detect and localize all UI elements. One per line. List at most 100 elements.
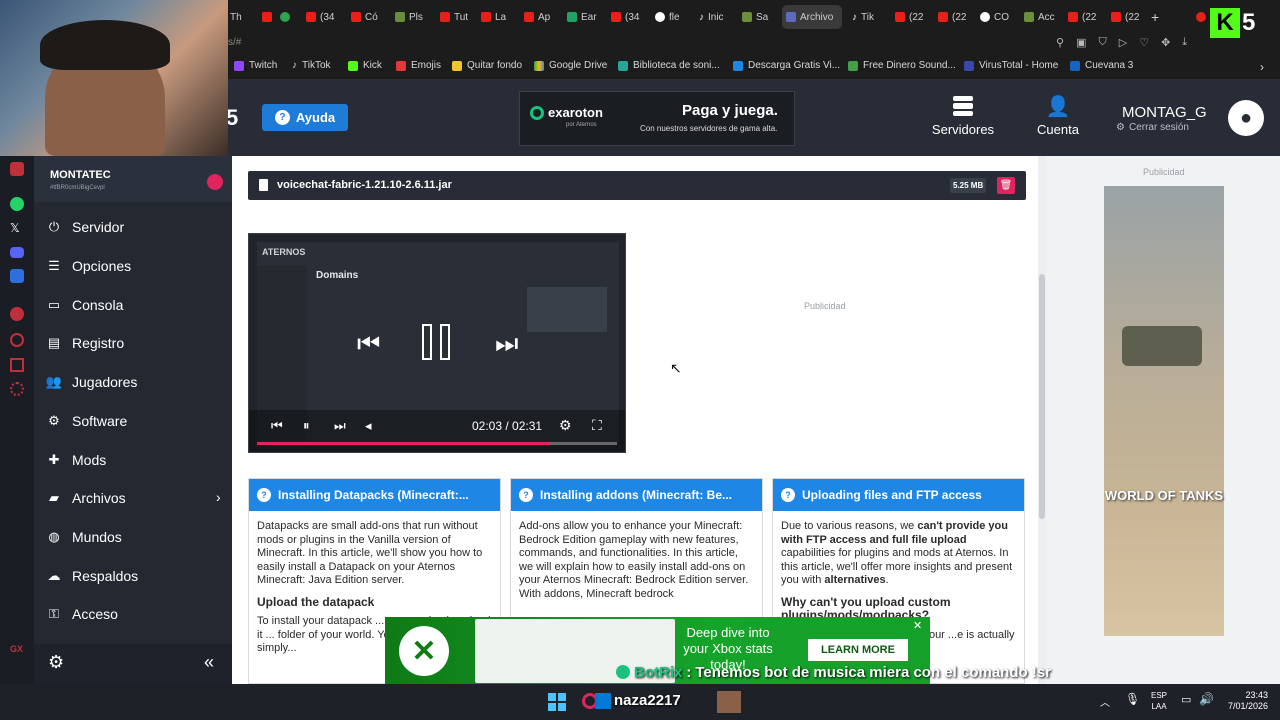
settings-icon[interactable]: ⚙ bbox=[559, 417, 572, 434]
settings-icon[interactable] bbox=[10, 382, 24, 396]
browser-tab[interactable]: Sa bbox=[742, 6, 776, 28]
next-icon[interactable]: ⏭ bbox=[495, 328, 518, 360]
app-icon[interactable] bbox=[595, 693, 611, 709]
sidebar-item-respaldos[interactable]: ☁ Respaldos bbox=[46, 568, 139, 584]
bookmark-tiktok[interactable]: ♪ TikTok bbox=[292, 60, 331, 71]
bookmark-quitar-fondo[interactable]: Quitar fondo bbox=[452, 60, 522, 71]
language-indicator[interactable]: ESP LAA bbox=[1151, 690, 1167, 712]
browser-tab[interactable]: CO bbox=[980, 6, 1014, 28]
bookmark-biblioteca[interactable]: Biblioteca de soni... bbox=[618, 60, 720, 71]
browser-tab[interactable]: Có bbox=[351, 6, 385, 28]
browser-tab[interactable]: Ear bbox=[567, 6, 601, 28]
app-icon[interactable] bbox=[10, 162, 24, 176]
bookmark-free-dinero[interactable]: Free Dinero Sound... bbox=[848, 60, 956, 71]
sidebar-item-mods[interactable]: ✚ Mods bbox=[46, 452, 107, 468]
browser-tab[interactable]: (34 bbox=[611, 6, 645, 28]
browser-tab[interactable]: Acc bbox=[1024, 6, 1058, 28]
skip-forward-icon[interactable]: ⏭ bbox=[334, 418, 346, 434]
browser-tab[interactable]: La bbox=[481, 6, 515, 28]
bookmark-descarga[interactable]: Descarga Gratis Vi... bbox=[733, 60, 840, 71]
browser-tab[interactable]: fle bbox=[655, 6, 689, 28]
sidebar-item-software[interactable]: ⚙ Software bbox=[46, 413, 127, 429]
browser-tab-active[interactable]: Archivo bbox=[782, 5, 842, 29]
browser-tab[interactable]: (22 bbox=[1111, 6, 1145, 28]
gear-icon[interactable]: ⚙ bbox=[48, 652, 64, 673]
play-icon[interactable]: ▷ bbox=[1119, 36, 1127, 49]
app-icon[interactable] bbox=[10, 269, 24, 283]
heart-icon[interactable]: ♡ bbox=[1139, 36, 1149, 49]
pin-icon[interactable]: ⚲ bbox=[1056, 36, 1064, 49]
delete-button[interactable]: 🗑 bbox=[997, 177, 1015, 194]
help-button[interactable]: ? Ayuda bbox=[262, 104, 348, 131]
bookmark-google-drive[interactable]: Google Drive bbox=[534, 60, 607, 71]
browser-tab[interactable]: Th bbox=[230, 6, 256, 28]
server-card[interactable]: MONTATEC #tfBR0cmUBigCevpl bbox=[34, 156, 232, 202]
sidebar-item-servidor[interactable]: ⏻ Servidor bbox=[46, 219, 124, 235]
browser-tab[interactable]: ♪ Inic bbox=[699, 6, 733, 28]
video-progress-track[interactable] bbox=[257, 442, 617, 445]
extension-icon[interactable]: ▣ bbox=[1076, 36, 1086, 49]
pause-small-icon[interactable]: ⏸ bbox=[303, 418, 310, 434]
avatar[interactable]: ● bbox=[1228, 100, 1264, 136]
video-player[interactable]: ATERNOS Domains ⏮ ⏭ ⏮ ⏸ ⏭ ◂ 02:03 / 02:3… bbox=[248, 233, 626, 453]
speaker-icon[interactable]: 🔊 bbox=[1199, 692, 1214, 706]
discord-icon[interactable] bbox=[10, 247, 24, 258]
sidebar-item-archivos[interactable]: ▰ Archivos bbox=[46, 490, 126, 506]
bookmark-emojis[interactable]: Emojis bbox=[396, 60, 441, 71]
browser-tab[interactable]: (22 bbox=[938, 6, 972, 28]
browser-tab[interactable]: (22 bbox=[895, 6, 929, 28]
music-icon[interactable] bbox=[10, 307, 24, 321]
scrollbar-thumb[interactable] bbox=[1039, 274, 1045, 519]
app-icon[interactable] bbox=[717, 691, 741, 713]
shield-icon[interactable]: ⛉ bbox=[1098, 36, 1106, 49]
clock-icon[interactable] bbox=[10, 333, 24, 347]
servers-button[interactable]: Servidores bbox=[928, 96, 998, 137]
browser-tab[interactable]: ♪ Tik bbox=[852, 6, 886, 28]
bookmark-twitch[interactable]: Twitch bbox=[234, 60, 277, 71]
sidebar-item-consola[interactable]: ▭ Consola bbox=[46, 297, 124, 313]
browser-tab[interactable] bbox=[280, 6, 294, 28]
sidebar-item-jugadores[interactable]: 👥 Jugadores bbox=[46, 374, 137, 390]
close-icon[interactable]: ✕ bbox=[913, 619, 922, 632]
browser-tab[interactable] bbox=[262, 6, 278, 28]
bookmark-kick[interactable]: Kick bbox=[348, 60, 382, 71]
fullscreen-icon[interactable]: ⛶ bbox=[592, 417, 602, 434]
scrollbar[interactable] bbox=[1038, 156, 1046, 684]
collapse-icon[interactable]: « bbox=[204, 652, 214, 673]
bookmark-cuevana[interactable]: Cuevana 3 bbox=[1070, 60, 1133, 71]
logout-link[interactable]: ⚙ Cerrar sesión bbox=[1116, 122, 1189, 133]
microphone-icon[interactable]: 🎙 bbox=[1125, 692, 1140, 706]
previous-icon[interactable]: ⏮ bbox=[357, 328, 380, 360]
browser-tab[interactable]: (22 bbox=[1068, 6, 1102, 28]
sidebar-item-opciones[interactable]: ☰ Opciones bbox=[46, 258, 131, 274]
file-row[interactable]: voicechat-fabric-1.21.10-2.6.11.jar 5.25… bbox=[248, 171, 1026, 200]
browser-tab[interactable]: Tut bbox=[440, 6, 474, 28]
chevron-up-icon[interactable]: ︿ bbox=[1100, 694, 1110, 709]
windows-icon[interactable] bbox=[548, 693, 566, 711]
tank-ad[interactable]: WORLD OF TANKS bbox=[1104, 186, 1224, 636]
new-tab-button[interactable]: + bbox=[1151, 6, 1165, 28]
learn-more-button[interactable]: LEARN MORE bbox=[808, 639, 908, 661]
cube-icon[interactable] bbox=[10, 358, 24, 372]
bookmarks-more-button[interactable]: › bbox=[1260, 60, 1264, 74]
clock[interactable]: 23:43 7/01/2026 bbox=[1222, 690, 1268, 712]
x-icon[interactable]: 𝕏 bbox=[10, 221, 20, 235]
account-button[interactable]: 👤 Cuenta bbox=[1030, 96, 1086, 137]
bookmark-virustotal[interactable]: VirusTotal - Home bbox=[964, 60, 1058, 71]
browser-tab[interactable]: Ap bbox=[524, 6, 558, 28]
sidebar-item-acceso[interactable]: ⚿ Acceso bbox=[46, 606, 118, 622]
puzzle-icon[interactable]: ✥ bbox=[1161, 36, 1170, 49]
browser-tab[interactable]: (34 bbox=[306, 6, 340, 28]
sidebar-item-registro[interactable]: ▤ Registro bbox=[46, 335, 124, 351]
sidebar-item-mundos[interactable]: ◍ Mundos bbox=[46, 529, 121, 545]
whatsapp-icon[interactable] bbox=[10, 197, 24, 211]
exaroton-ad[interactable]: exaroton por Aternos Paga y juega. Con n… bbox=[519, 91, 795, 146]
volume-icon[interactable]: ◂ bbox=[365, 418, 372, 434]
network-icon[interactable]: ▭ bbox=[1181, 693, 1191, 706]
gx-icon[interactable]: GX bbox=[10, 644, 23, 654]
pause-icon[interactable] bbox=[422, 324, 452, 360]
download-icon[interactable]: ⤓ bbox=[1182, 36, 1187, 49]
browser-tab[interactable]: Pls bbox=[395, 6, 429, 28]
skip-back-icon[interactable]: ⏮ bbox=[271, 418, 283, 434]
minimize-button[interactable] bbox=[1196, 6, 1208, 28]
